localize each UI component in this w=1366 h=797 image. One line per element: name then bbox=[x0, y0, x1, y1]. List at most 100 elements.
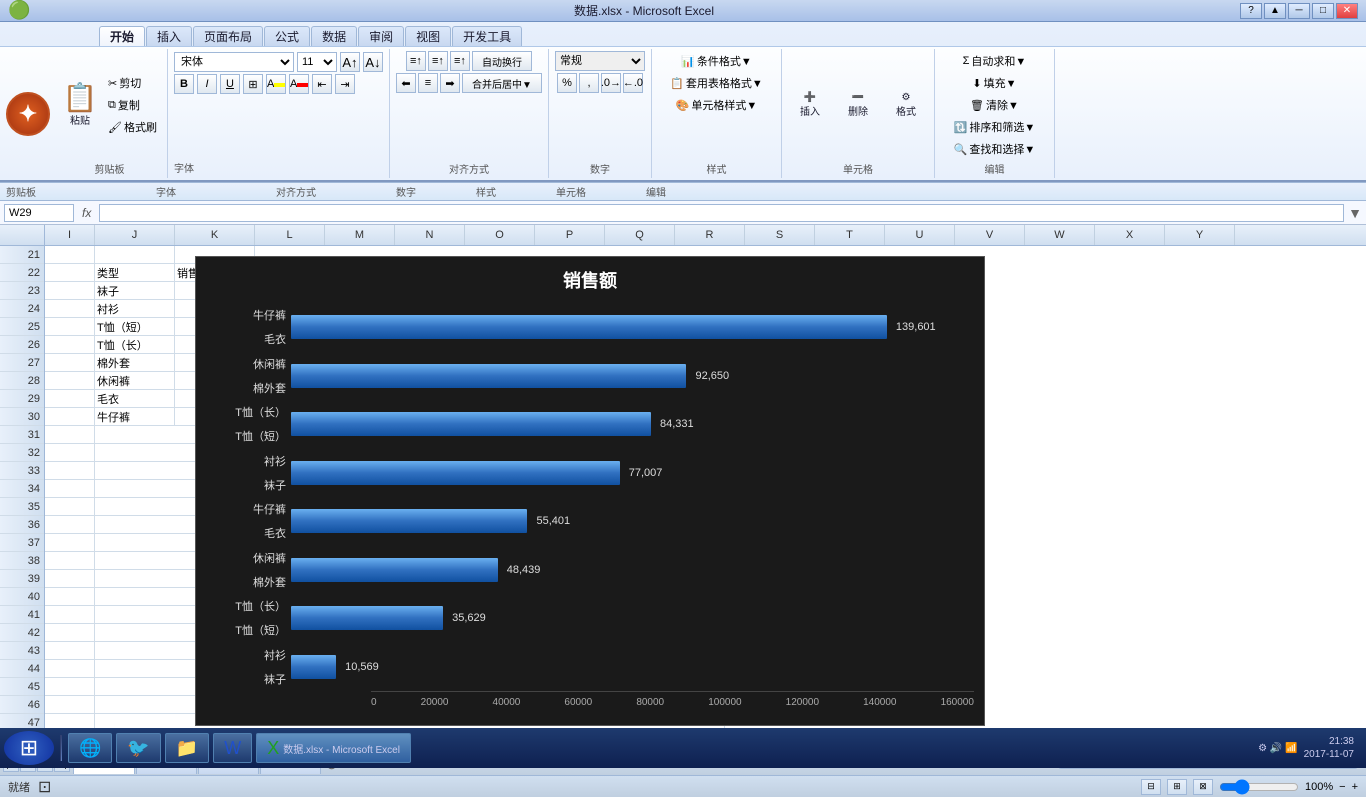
row-26[interactable]: 26 bbox=[0, 336, 44, 354]
tab-formula[interactable]: 公式 bbox=[264, 26, 310, 46]
cell-J25[interactable]: T恤（短） bbox=[95, 318, 175, 336]
col-Y[interactable]: Y bbox=[1165, 225, 1235, 245]
cell-I25[interactable] bbox=[45, 318, 95, 336]
row-32[interactable]: 32 bbox=[0, 444, 44, 462]
formula-input[interactable] bbox=[99, 204, 1344, 222]
office-button[interactable]: ✦ bbox=[6, 92, 50, 136]
taskbar-browser[interactable]: 🌐 bbox=[68, 733, 112, 763]
fill-btn[interactable]: ⬇ 填充▼ bbox=[968, 73, 1020, 93]
col-M[interactable]: M bbox=[325, 225, 395, 245]
comma-btn[interactable]: , bbox=[579, 73, 599, 93]
cell-I22[interactable] bbox=[45, 264, 95, 282]
cell-J27[interactable]: 棉外套 bbox=[95, 354, 175, 372]
cell-I26[interactable] bbox=[45, 336, 95, 354]
fill-color-btn[interactable]: A bbox=[266, 74, 286, 94]
cell-I27[interactable] bbox=[45, 354, 95, 372]
cell-I37[interactable] bbox=[45, 534, 95, 552]
col-O[interactable]: O bbox=[465, 225, 535, 245]
number-format-select[interactable]: 常规 bbox=[555, 51, 645, 71]
row-31[interactable]: 31 bbox=[0, 426, 44, 444]
clear-btn[interactable]: 🗑 清除▼ bbox=[966, 95, 1023, 115]
row-21[interactable]: 21 bbox=[0, 246, 44, 264]
row-30[interactable]: 30 bbox=[0, 408, 44, 426]
indent-decrease-btn[interactable]: ⇤ bbox=[312, 74, 332, 94]
cell-I32[interactable] bbox=[45, 444, 95, 462]
col-Q[interactable]: Q bbox=[605, 225, 675, 245]
row-42[interactable]: 42 bbox=[0, 624, 44, 642]
cell-I46[interactable] bbox=[45, 696, 95, 714]
row-24[interactable]: 24 bbox=[0, 300, 44, 318]
row-38[interactable]: 38 bbox=[0, 552, 44, 570]
normal-view-btn[interactable]: ⊟ bbox=[1141, 779, 1161, 795]
close-btn[interactable]: ✕ bbox=[1336, 3, 1358, 19]
page-layout-view-btn[interactable]: ⊞ bbox=[1167, 779, 1187, 795]
row-36[interactable]: 36 bbox=[0, 516, 44, 534]
row-44[interactable]: 44 bbox=[0, 660, 44, 678]
cell-J21[interactable] bbox=[95, 246, 175, 264]
row-25[interactable]: 25 bbox=[0, 318, 44, 336]
row-40[interactable]: 40 bbox=[0, 588, 44, 606]
col-U[interactable]: U bbox=[885, 225, 955, 245]
merge-btn[interactable]: 合并后居中▼ bbox=[462, 73, 542, 93]
row-22[interactable]: 22 bbox=[0, 264, 44, 282]
font-color-btn[interactable]: A bbox=[289, 74, 309, 94]
italic-button[interactable]: I bbox=[197, 74, 217, 94]
row-23[interactable]: 23 bbox=[0, 282, 44, 300]
cell-J30[interactable]: 牛仔裤 bbox=[95, 408, 175, 426]
font-family-select[interactable]: 宋体 bbox=[174, 52, 294, 72]
cell-J26[interactable]: T恤（长） bbox=[95, 336, 175, 354]
tab-developer[interactable]: 开发工具 bbox=[452, 26, 522, 46]
col-S[interactable]: S bbox=[745, 225, 815, 245]
taskbar-word[interactable]: W bbox=[213, 733, 252, 763]
cell-J29[interactable]: 毛衣 bbox=[95, 390, 175, 408]
cell-I24[interactable] bbox=[45, 300, 95, 318]
cell-J23[interactable]: 袜子 bbox=[95, 282, 175, 300]
taskbar-bird[interactable]: 🐦 bbox=[116, 733, 160, 763]
ribbon-minimize-btn[interactable]: ▲ bbox=[1264, 3, 1286, 19]
conditional-format-btn[interactable]: 📊 条件格式▼ bbox=[677, 51, 756, 71]
col-T[interactable]: T bbox=[815, 225, 885, 245]
col-I[interactable]: I bbox=[45, 225, 95, 245]
align-right-btn[interactable]: ➡ bbox=[440, 73, 460, 93]
cell-I43[interactable] bbox=[45, 642, 95, 660]
minimize-btn[interactable]: ─ bbox=[1288, 3, 1310, 19]
cell-I29[interactable] bbox=[45, 390, 95, 408]
percent-btn[interactable]: % bbox=[557, 73, 577, 93]
cell-I28[interactable] bbox=[45, 372, 95, 390]
row-46[interactable]: 46 bbox=[0, 696, 44, 714]
font-shrink-btn[interactable]: A↓ bbox=[363, 52, 383, 72]
tab-view[interactable]: 视图 bbox=[405, 26, 451, 46]
increase-decimal-btn[interactable]: .0→ bbox=[601, 73, 621, 93]
col-R[interactable]: R bbox=[675, 225, 745, 245]
paste-button[interactable]: 📋 粘贴 bbox=[58, 75, 102, 135]
align-top-left-btn[interactable]: ≡↑ bbox=[406, 51, 426, 71]
start-button[interactable]: ⊞ bbox=[4, 731, 54, 765]
cell-I34[interactable] bbox=[45, 480, 95, 498]
expand-formula-btn[interactable]: ▼ bbox=[1348, 205, 1362, 221]
table-format-btn[interactable]: 📋 套用表格格式▼ bbox=[666, 73, 767, 93]
col-W[interactable]: W bbox=[1025, 225, 1095, 245]
col-X[interactable]: X bbox=[1095, 225, 1165, 245]
align-left-btn[interactable]: ⬅ bbox=[396, 73, 416, 93]
align-top-right-btn[interactable]: ≡↑ bbox=[450, 51, 470, 71]
col-J[interactable]: J bbox=[95, 225, 175, 245]
cell-I41[interactable] bbox=[45, 606, 95, 624]
row-27[interactable]: 27 bbox=[0, 354, 44, 372]
chart[interactable]: 销售额 牛仔裤毛衣休闲裤棉外套T恤（长）T恤（短）衬衫袜子牛仔裤毛衣休闲裤棉外套… bbox=[195, 256, 985, 726]
auto-wrap-btn[interactable]: 自动换行 bbox=[472, 51, 532, 71]
autosum-btn[interactable]: Σ 自动求和▼ bbox=[959, 51, 1031, 71]
row-43[interactable]: 43 bbox=[0, 642, 44, 660]
taskbar-excel[interactable]: X 数据.xlsx - Microsoft Excel bbox=[256, 733, 411, 763]
cell-I38[interactable] bbox=[45, 552, 95, 570]
tab-insert[interactable]: 插入 bbox=[146, 26, 192, 46]
format-painter-button[interactable]: 🖌 格式刷 bbox=[104, 117, 161, 137]
cell-I33[interactable] bbox=[45, 462, 95, 480]
col-L[interactable]: L bbox=[255, 225, 325, 245]
copy-button[interactable]: ⧉ 复制 bbox=[104, 95, 161, 115]
cell-I31[interactable] bbox=[45, 426, 95, 444]
cell-I21[interactable] bbox=[45, 246, 95, 264]
delete-btn[interactable]: ➖ 删除 bbox=[836, 75, 880, 135]
maximize-btn[interactable]: □ bbox=[1312, 3, 1334, 19]
tab-data[interactable]: 数据 bbox=[311, 26, 357, 46]
insert-btn[interactable]: ➕ 插入 bbox=[788, 75, 832, 135]
